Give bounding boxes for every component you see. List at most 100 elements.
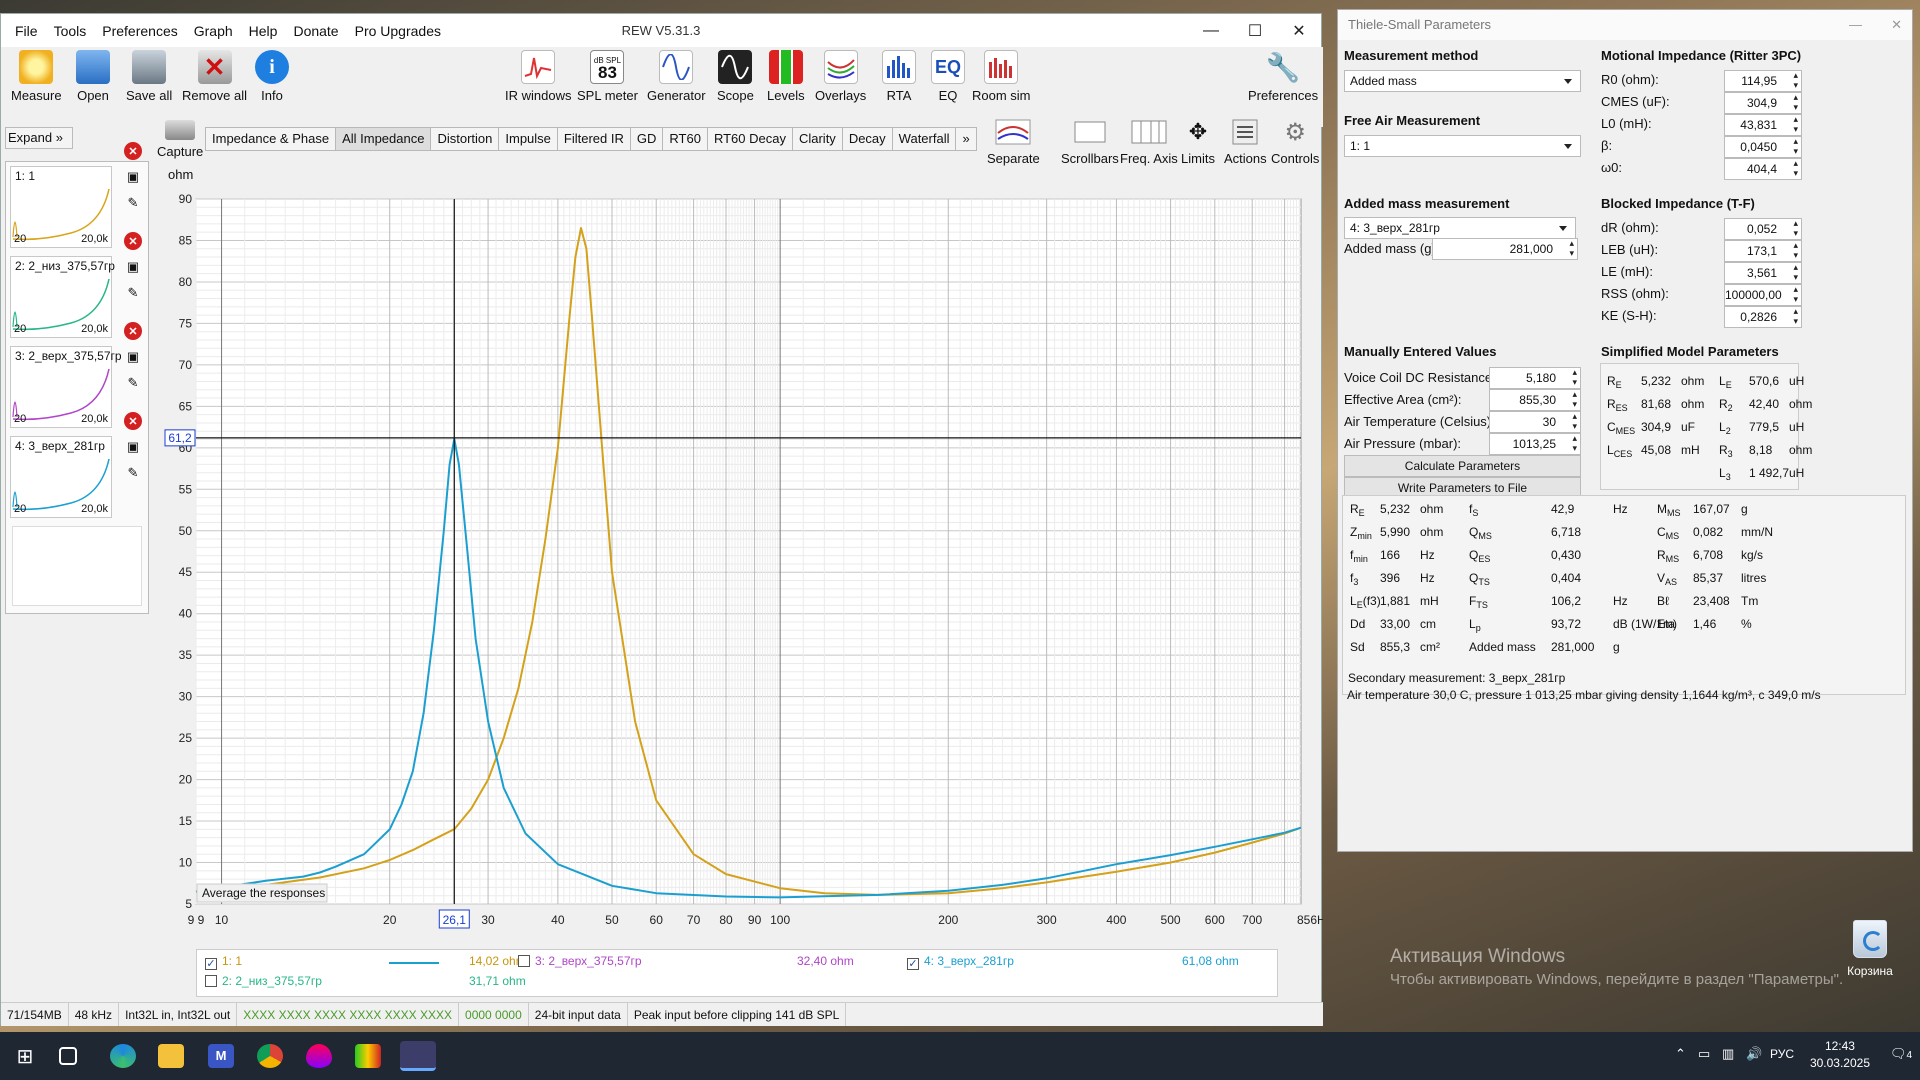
edit-color-icon[interactable]: ✎ [124, 374, 142, 392]
volume-icon[interactable]: 🔊 [1746, 1046, 1762, 1062]
measurement-item[interactable]: 4: 3_верх_281гр 20 20,0k [10, 436, 112, 518]
file-explorer-icon[interactable] [158, 1044, 184, 1068]
tab-impedance-phase[interactable]: Impedance & Phase [205, 127, 337, 151]
blocked-input[interactable]: 100000,00 [1724, 284, 1802, 306]
motional-input[interactable]: 114,95 [1724, 70, 1802, 92]
save-measurement-icon[interactable]: ▣ [124, 258, 142, 276]
open-button[interactable]: Open [76, 50, 110, 103]
ts-minimize-button[interactable]: — [1849, 10, 1862, 40]
free-air-select[interactable]: 1: 1 [1344, 135, 1581, 157]
menu-item-file[interactable]: File [7, 22, 46, 40]
motional-input[interactable]: 0,0450 [1724, 136, 1802, 158]
tab-decay[interactable]: Decay [841, 127, 893, 151]
menu-item-donate[interactable]: Donate [285, 22, 346, 40]
controls-button[interactable]: ⚙ Controls [1271, 118, 1319, 167]
droplet-app-icon[interactable] [306, 1044, 332, 1068]
tabs-more-button[interactable]: » [955, 127, 977, 151]
manual-input[interactable]: 5,180 [1489, 367, 1581, 389]
freq-axis-button[interactable]: Freq. Axis [1120, 118, 1178, 166]
measurement-item[interactable]: 1: 1 20 20,0k [10, 166, 112, 248]
spectrum-app-icon[interactable] [355, 1044, 381, 1068]
save-measurement-icon[interactable]: ▣ [124, 348, 142, 366]
manual-input[interactable]: 30 [1489, 411, 1581, 433]
calculate-parameters-button[interactable]: Calculate Parameters [1344, 455, 1581, 477]
remove-measurement-icon[interactable]: ✕ [124, 142, 142, 160]
measure-button[interactable]: Measure [11, 50, 62, 103]
limits-button[interactable]: ✥ Limits [1181, 118, 1215, 166]
app-m-icon[interactable]: M [208, 1044, 234, 1068]
close-button[interactable]: ✕ [1277, 14, 1321, 47]
blocked-input[interactable]: 0,052 [1724, 218, 1802, 240]
info-button[interactable]: i Info [255, 50, 289, 103]
tab-rt60-decay[interactable]: RT60 Decay [706, 127, 793, 151]
menu-item-pro-upgrades[interactable]: Pro Upgrades [347, 22, 449, 40]
spl-meter-button[interactable]: dB SPL 83 SPL meter [577, 50, 638, 103]
remove-measurement-icon[interactable]: ✕ [124, 322, 142, 340]
tray-app-icon[interactable]: ▭ [1698, 1046, 1710, 1062]
impedance-graph[interactable]: 5 10 15 20 25 30 35 40 45 50 55 60 65 70 75 80 85 90 9 9 10… [151, 179, 1332, 954]
menu-item-help[interactable]: Help [241, 22, 286, 40]
blocked-input[interactable]: 3,561 [1724, 262, 1802, 284]
clock[interactable]: 12:43 30.03.2025 [1810, 1038, 1870, 1072]
network-icon[interactable]: ▥ [1722, 1046, 1734, 1062]
remove-all-button[interactable]: ✕ Remove all [182, 50, 247, 103]
legend-checkbox[interactable] [518, 955, 530, 967]
remove-measurement-icon[interactable]: ✕ [124, 232, 142, 250]
room-sim-button[interactable]: Room sim [972, 50, 1031, 103]
tab-gd[interactable]: GD [629, 127, 664, 151]
rta-button[interactable]: RTA [882, 50, 916, 103]
tab-all-impedance[interactable]: All Impedance [335, 127, 432, 151]
added-mass-measurement-select[interactable]: 4: 3_верх_281гр [1344, 217, 1576, 239]
notifications-icon[interactable]: 🗨4 [1890, 1046, 1912, 1062]
average-responses-button[interactable]: Average the responses [196, 883, 328, 903]
measurement-method-select[interactable]: Added mass [1344, 70, 1581, 92]
edit-color-icon[interactable]: ✎ [124, 194, 142, 212]
menu-item-preferences[interactable]: Preferences [94, 22, 185, 40]
separate-button[interactable]: Separate [987, 118, 1040, 166]
tab-impulse[interactable]: Impulse [498, 127, 558, 151]
legend-checkbox[interactable]: ✓ [205, 958, 217, 970]
blocked-input[interactable]: 0,2826 [1724, 306, 1802, 328]
chrome-browser-icon[interactable] [257, 1044, 283, 1068]
tab-distortion[interactable]: Distortion [430, 127, 500, 151]
tab-filtered-ir[interactable]: Filtered IR [556, 127, 631, 151]
motional-input[interactable]: 304,9 [1724, 92, 1802, 114]
save-all-button[interactable]: Save all [126, 50, 172, 103]
tray-chevron-icon[interactable]: ⌃ [1675, 1046, 1686, 1062]
rew-taskbar-icon[interactable] [400, 1041, 436, 1071]
ts-close-button[interactable]: ✕ [1891, 10, 1902, 40]
manual-input[interactable]: 855,30 [1489, 389, 1581, 411]
tab-rt60[interactable]: RT60 [662, 127, 708, 151]
impedance-chart-svg[interactable]: 5 10 15 20 25 30 35 40 45 50 55 60 65 70 75 80 85 90 9 9 10… [151, 179, 1332, 954]
menu-item-tools[interactable]: Tools [46, 22, 95, 40]
edge-browser-icon[interactable] [110, 1044, 136, 1068]
save-measurement-icon[interactable]: ▣ [124, 168, 142, 186]
generator-button[interactable]: Generator [647, 50, 706, 103]
tab-waterfall[interactable]: Waterfall [891, 127, 957, 151]
menu-item-graph[interactable]: Graph [186, 22, 241, 40]
measurement-item[interactable]: 3: 2_верх_375,57гр 20 20,0k [10, 346, 122, 428]
input-language[interactable]: РУС [1770, 1047, 1794, 1061]
eq-button[interactable]: EQ EQ [931, 50, 965, 103]
measurement-item[interactable]: 2: 2_низ_375,57гр 20 20,0k [10, 256, 115, 338]
added-mass-input[interactable]: 281,000 [1432, 238, 1578, 260]
overlays-button[interactable]: Overlays [815, 50, 866, 103]
motional-input[interactable]: 43,831 [1724, 114, 1802, 136]
start-windows-icon[interactable]: ⊞ [12, 1044, 38, 1068]
scrollbars-button[interactable]: Scrollbars [1061, 118, 1119, 166]
edit-color-icon[interactable]: ✎ [124, 284, 142, 302]
expand-button[interactable]: Expand » [5, 127, 73, 149]
legend-checkbox[interactable] [205, 975, 217, 987]
ir-windows-button[interactable]: IR windows [505, 50, 571, 103]
minimize-button[interactable]: — [1189, 14, 1233, 47]
edit-color-icon[interactable]: ✎ [124, 464, 142, 482]
legend-checkbox[interactable]: ✓ [907, 958, 919, 970]
capture-button[interactable]: Capture [157, 120, 203, 159]
blocked-input[interactable]: 173,1 [1724, 240, 1802, 262]
remove-measurement-icon[interactable]: ✕ [124, 412, 142, 430]
task-view-icon[interactable] [59, 1047, 77, 1065]
actions-button[interactable]: Actions [1224, 118, 1267, 166]
preferences-button[interactable]: 🔧 Preferences [1248, 50, 1318, 104]
scope-button[interactable]: Scope [717, 50, 754, 103]
tab-clarity[interactable]: Clarity [791, 127, 843, 151]
